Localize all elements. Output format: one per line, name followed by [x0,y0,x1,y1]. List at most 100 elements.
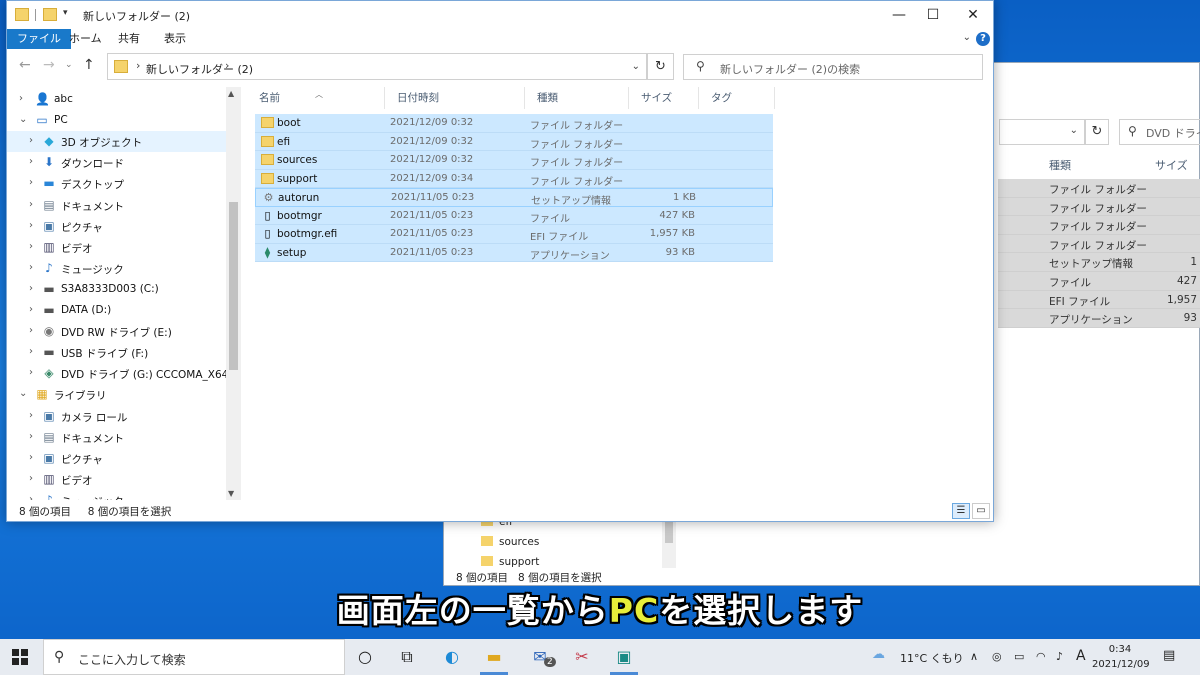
nav-item[interactable]: › ⬇ ダウンロード [7,152,226,173]
folder-icon[interactable] [15,8,29,21]
cortana-icon[interactable]: ○ [353,646,377,668]
nav-item[interactable]: › ▤ ドキュメント [7,195,226,216]
details-view-icon[interactable]: ☰ [952,503,970,519]
help-icon[interactable]: ? [976,32,990,46]
bg-file-row[interactable]: EFI ファイル 1,957 [998,290,1200,310]
bg-refresh-button[interactable]: ↻ [1085,119,1109,145]
chevron-right-icon[interactable]: › [29,431,33,442]
breadcrumb-separator[interactable]: › [136,59,140,72]
chevron-right-icon[interactable]: › [29,156,33,167]
task-view-icon[interactable]: ⧉ [395,646,419,668]
chevron-right-icon[interactable]: › [29,452,33,463]
column-name[interactable]: 名前 ︿ [247,87,385,109]
nav-item[interactable]: › ▬ S3A8333D003 (C:) [7,279,226,300]
maximize-button[interactable]: ☐ [913,1,953,29]
nav-item[interactable]: › ◈ DVD ドライブ (G:) CCCOMA_X64FRE_J [7,363,241,384]
file-row[interactable]: support 2021/12/09 0:34 ファイル フォルダー [255,169,773,188]
file-list-pane[interactable]: 名前 ︿ 日付時刻 種類 サイズ タグ boot 2021/12/09 0:32 ファ… [247,87,989,500]
nav-item[interactable]: › ◉ DVD RW ドライブ (E:) [7,321,226,342]
search-input[interactable]: ⚲ 新しいフォルダー (2)の検索 [683,54,983,80]
bg-address-bar[interactable]: ⌄ [999,119,1085,145]
bg-file-row[interactable]: ファイル 427 [998,271,1200,291]
column-size[interactable]: サイズ [629,87,699,109]
nav-item[interactable]: › ▥ ビデオ [7,469,226,490]
tab-home[interactable]: ホーム [69,29,102,49]
chevron-right-icon[interactable]: › [29,346,33,357]
breadcrumb[interactable]: 新しいフォルダー (2) [146,61,253,77]
weather[interactable]: 11°C くもり [900,650,964,666]
file-row[interactable]: ⧫ setup 2021/11/05 0:23 アプリケーション 93 KB [255,243,773,262]
tray-overflow-icon[interactable]: ∧ [970,650,978,663]
scroll-up-icon[interactable]: ▲ [228,89,234,98]
chevron-right-icon[interactable]: › [29,199,33,210]
bg-column-size[interactable]: サイズ [1155,157,1188,173]
snipping-tool-icon[interactable]: ✂ [570,646,594,668]
bg-file-row[interactable]: ファイル フォルダー [998,216,1200,235]
chevron-right-icon[interactable]: › [29,262,33,273]
new-folder-icon[interactable] [43,8,57,21]
taskbar-search-input[interactable]: ⚲ ここに入力して検索 [43,639,345,675]
file-row[interactable]: boot 2021/12/09 0:32 ファイル フォルダー [255,114,773,133]
scroll-down-icon[interactable]: ▼ [228,489,234,498]
clock[interactable]: 0:34 2021/12/09 [1092,642,1150,672]
chevron-down-icon[interactable]: ⌄ [19,388,27,399]
refresh-button[interactable]: ↻ [647,53,674,80]
chevron-right-icon[interactable]: › [29,135,33,146]
bg-column-type[interactable]: 種類 [1049,157,1071,173]
back-arrow-icon[interactable]: ← [19,57,31,73]
quick-access-dropdown-icon[interactable]: ▾ [63,8,68,18]
chevron-right-icon[interactable]: › [29,494,33,500]
meet-now-icon[interactable]: ◎ [992,650,1002,663]
large-icons-view-icon[interactable]: ▭ [972,503,990,519]
bg-search-input[interactable]: ⚲DVD ドライ [1119,119,1200,145]
file-explorer-icon[interactable]: ▬ [482,646,506,668]
nav-item[interactable]: › ▣ カメラ ロール [7,406,226,427]
column-type[interactable]: 種類 [525,87,629,109]
nav-item[interactable]: › ♪ ミュージック [7,258,226,279]
bg-file-row[interactable]: セットアップ情報 1 [998,253,1200,272]
bg-file-row[interactable]: アプリケーション 93 [998,309,1200,328]
nav-scrollbar[interactable]: ▲ ▼ [226,87,241,500]
nav-item[interactable]: › ▬ デスクトップ [7,173,226,194]
chevron-right-icon[interactable]: › [29,367,33,378]
ime-indicator[interactable]: A [1076,648,1086,664]
nav-item[interactable]: › ▥ ビデオ [7,237,226,258]
up-arrow-icon[interactable]: ↑ [83,57,95,73]
bg-file-row[interactable]: ファイル フォルダー [998,234,1200,254]
nav-item[interactable]: › ♪ ミュージック [7,490,226,500]
wifi-icon[interactable]: ◠ [1036,650,1046,663]
battery-icon[interactable]: ▭ [1014,650,1024,663]
chevron-right-icon[interactable]: › [29,473,33,484]
chevron-down-icon[interactable]: ⌄ [19,114,27,125]
nav-scroll-thumb[interactable] [229,202,238,370]
chevron-right-icon[interactable]: › [29,220,33,231]
notification-icon[interactable]: ▤ [1163,648,1175,663]
edge-icon[interactable]: ◐ [440,646,464,668]
chevron-down-icon[interactable]: ⌄ [1070,125,1078,136]
tab-share[interactable]: 共有 [118,29,140,49]
nav-item[interactable]: › ▣ ピクチャ [7,216,226,237]
title-bar[interactable]: ▾ 新しいフォルダー (2) — ☐ ✕ [7,1,993,29]
tab-view[interactable]: 表示 [164,29,186,49]
chevron-right-icon[interactable]: › [29,177,33,188]
bg-file-row[interactable]: ファイル フォルダー [998,197,1200,217]
nav-item[interactable]: › ▬ DATA (D:) [7,300,226,321]
navigation-pane[interactable]: › 👤 abc ⌄ ▭ PC › ◆ 3D オブジェクト › ⬇ ダウンロード › ▬ デスクトップ › ▤ ドキ… [7,87,241,500]
chevron-down-icon[interactable]: ⌄ [632,61,640,72]
nav-item[interactable]: › ◆ 3D オブジェクト [7,131,226,153]
bg-list-item[interactable]: support [481,556,539,568]
close-button[interactable]: ✕ [953,1,993,29]
chevron-right-icon[interactable]: › [29,410,33,421]
file-row[interactable]: efi 2021/12/09 0:32 ファイル フォルダー [255,132,773,151]
breadcrumb-separator[interactable]: › [225,59,229,72]
nav-item[interactable]: ⌄ ▭ PC [7,110,226,131]
volume-icon[interactable]: ♪ [1056,650,1063,663]
ribbon-expand-icon[interactable]: ⌄ [963,32,971,43]
bg-list-item[interactable]: sources [481,536,539,548]
file-row[interactable]: ▯ bootmgr 2021/11/05 0:23 ファイル 427 KB [255,206,773,225]
nav-item[interactable]: › ▤ ドキュメント [7,427,226,448]
chevron-right-icon[interactable]: › [29,241,33,252]
column-tags[interactable]: タグ [699,87,775,109]
terminal-icon[interactable]: ▣ [612,646,636,668]
chevron-right-icon[interactable]: › [19,93,23,104]
